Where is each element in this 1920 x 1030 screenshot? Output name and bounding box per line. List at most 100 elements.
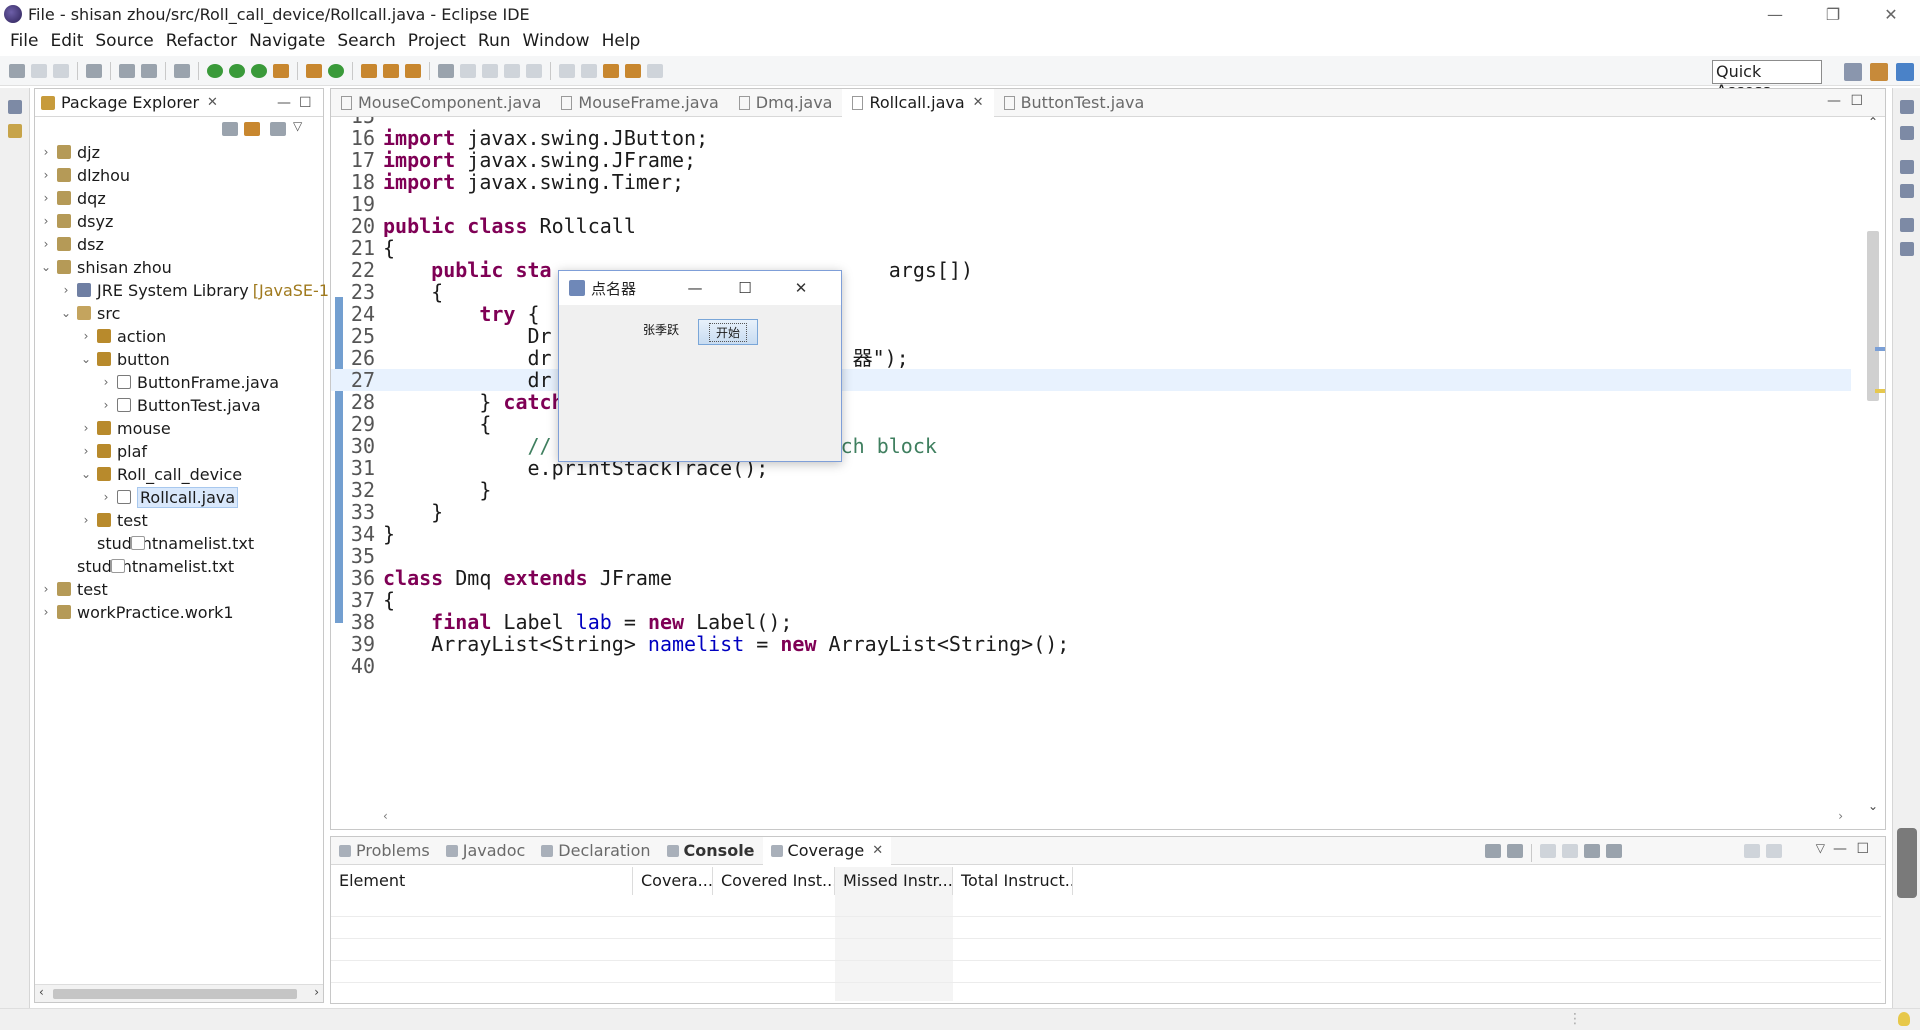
chevron-right-icon[interactable]: › xyxy=(79,329,93,343)
search-icon[interactable] xyxy=(405,63,421,78)
close-icon[interactable]: ✕ xyxy=(207,95,218,110)
tree-item[interactable]: › plaf xyxy=(79,440,147,462)
scroll-handle-icon[interactable] xyxy=(1897,828,1917,898)
code-line[interactable]: 19 xyxy=(331,193,1851,215)
new-icon[interactable] xyxy=(9,63,25,78)
tree-item[interactable]: › action xyxy=(79,325,167,347)
remove-session-icon[interactable] xyxy=(1540,844,1556,858)
java-perspective-icon[interactable] xyxy=(1896,63,1914,81)
collapse-all-icon[interactable] xyxy=(1744,844,1760,858)
next-annotation-icon[interactable] xyxy=(559,63,575,78)
collapse-all-icon[interactable] xyxy=(222,122,238,136)
highlight-icon[interactable] xyxy=(460,63,476,78)
package-explorer-tab[interactable]: Package Explorer ✕ — ☐ xyxy=(35,89,323,117)
tree-item[interactable]: › dlzhou xyxy=(39,164,130,186)
menu-search[interactable]: Search xyxy=(337,31,395,51)
menu-run[interactable]: Run xyxy=(478,31,511,51)
tree-item[interactable]: › workPractice.work1 xyxy=(39,601,234,623)
scroll-right-icon[interactable]: › xyxy=(314,985,319,999)
dump-icon[interactable] xyxy=(1507,844,1523,858)
tree-item[interactable]: › ButtonTest.java xyxy=(99,394,261,416)
restore-icon[interactable] xyxy=(1900,100,1914,114)
editor-tab[interactable]: Rollcall.java ✕ xyxy=(842,88,994,117)
chevron-right-icon[interactable]: › xyxy=(79,444,93,458)
save-icon[interactable] xyxy=(31,63,47,78)
servers-icon[interactable] xyxy=(1900,242,1914,256)
chevron-right-icon[interactable]: › xyxy=(79,421,93,435)
open-type-icon[interactable] xyxy=(361,63,377,78)
column-covered-instructions[interactable]: Covered Inst... xyxy=(713,867,835,895)
scroll-up-icon[interactable]: ⌃ xyxy=(1868,115,1878,129)
code-line[interactable]: 20 public class Rollcall xyxy=(331,215,1851,237)
tree-item[interactable]: studentnamelist.txt xyxy=(79,532,254,554)
close-icon[interactable]: ✕ xyxy=(973,95,984,110)
toggle-breadcrumb-icon[interactable] xyxy=(119,63,135,78)
merge-icon[interactable] xyxy=(1584,844,1600,858)
column-total-instructions[interactable]: Total Instruct... xyxy=(953,867,1073,895)
tree-item[interactable]: › test xyxy=(79,509,148,531)
last-edit-location-icon[interactable] xyxy=(603,63,619,78)
tree-item[interactable]: ⌄ src xyxy=(59,302,120,324)
menu-window[interactable]: Window xyxy=(523,31,590,51)
code-line[interactable]: 37 { xyxy=(331,589,1851,611)
menu-project[interactable]: Project xyxy=(408,31,466,51)
editor-horizontal-scrollbar[interactable]: ‹ › xyxy=(383,809,1843,827)
bottom-tab-coverage[interactable]: Coverage ✕ xyxy=(762,836,892,865)
tree-item[interactable]: › mouse xyxy=(79,417,171,439)
editor-tab[interactable]: ButtonTest.java xyxy=(994,89,1155,117)
bottom-tab-declaration[interactable]: Declaration xyxy=(533,837,658,865)
view-menu-icon[interactable]: ▽ xyxy=(1816,841,1825,855)
chevron-right-icon[interactable]: › xyxy=(99,398,113,412)
print-icon[interactable] xyxy=(86,63,102,78)
dialog-titlebar[interactable]: 点名器 — ☐ ✕ xyxy=(559,271,841,305)
tree-item[interactable]: › JRE System Library [JavaSE-1.8] xyxy=(59,279,351,301)
menu-edit[interactable]: Edit xyxy=(50,31,83,51)
back-icon[interactable] xyxy=(625,63,641,78)
code-line[interactable]: 18 import javax.swing.Timer; xyxy=(331,171,1851,193)
terminal-icon[interactable] xyxy=(141,63,157,78)
code-line[interactable]: 38 final Label lab = new Label(); xyxy=(331,611,1851,633)
java-ee-perspective-icon[interactable] xyxy=(1870,63,1888,81)
code-line[interactable]: 17 import javax.swing.JFrame; xyxy=(331,149,1851,171)
scrollbar-thumb[interactable] xyxy=(53,989,297,999)
chevron-down-icon[interactable]: ⌄ xyxy=(79,467,93,481)
chevron-right-icon[interactable]: › xyxy=(39,605,53,619)
code-line[interactable]: 16 import javax.swing.JButton; xyxy=(331,127,1851,149)
link-icon[interactable] xyxy=(1766,844,1782,858)
chevron-right-icon[interactable]: › xyxy=(39,582,53,596)
bottom-tab-problems[interactable]: Problems xyxy=(331,837,438,865)
tree-item[interactable]: › djz xyxy=(39,141,100,163)
dialog-maximize-button[interactable]: ☐ xyxy=(725,271,765,305)
restore-icon[interactable] xyxy=(8,100,22,114)
tree-item[interactable]: › ButtonFrame.java xyxy=(99,371,279,393)
menu-help[interactable]: Help xyxy=(602,31,641,51)
column-missed-instructions[interactable]: Missed Instr... xyxy=(835,867,953,895)
chevron-right-icon[interactable]: › xyxy=(79,513,93,527)
tree-item[interactable]: › dsz xyxy=(39,233,104,255)
chevron-right-icon[interactable]: › xyxy=(59,283,73,297)
chevron-down-icon[interactable]: ⌄ xyxy=(39,260,53,274)
tree-item[interactable]: studentnamelist.txt xyxy=(59,555,234,577)
scroll-down-icon[interactable]: ⌄ xyxy=(1868,799,1878,813)
tree-item[interactable]: › Rollcall.java xyxy=(99,486,239,508)
minimize-view-icon[interactable]: — xyxy=(1833,841,1847,857)
remove-all-icon[interactable] xyxy=(1562,844,1578,858)
code-line[interactable]: 39 ArrayList<String> namelist = new Arra… xyxy=(331,633,1851,655)
coverage-icon[interactable] xyxy=(251,63,267,78)
tip-lightbulb-icon[interactable] xyxy=(1898,1012,1910,1026)
code-line[interactable]: 34} xyxy=(331,523,1851,545)
menu-navigate[interactable]: Navigate xyxy=(249,31,325,51)
code-line[interactable]: 33 } xyxy=(331,501,1851,523)
restore-icon[interactable] xyxy=(1900,218,1914,232)
save-all-icon[interactable] xyxy=(53,63,69,78)
scroll-left-icon[interactable]: ‹ xyxy=(39,985,44,999)
package-icon[interactable] xyxy=(8,124,22,138)
restore-button[interactable]: ❐ xyxy=(1804,0,1862,28)
scroll-right-icon[interactable]: › xyxy=(1838,809,1843,823)
chevron-down-icon[interactable]: ⌄ xyxy=(79,352,93,366)
column-coverage[interactable]: Covera... xyxy=(633,867,713,895)
tree-item[interactable]: ⌄ Roll_call_device xyxy=(79,463,242,485)
view-menu-icon[interactable]: ▽ xyxy=(293,119,302,133)
overview-ruler-mark[interactable] xyxy=(1875,389,1885,393)
bottom-tab-javadoc[interactable]: Javadoc xyxy=(438,837,534,865)
